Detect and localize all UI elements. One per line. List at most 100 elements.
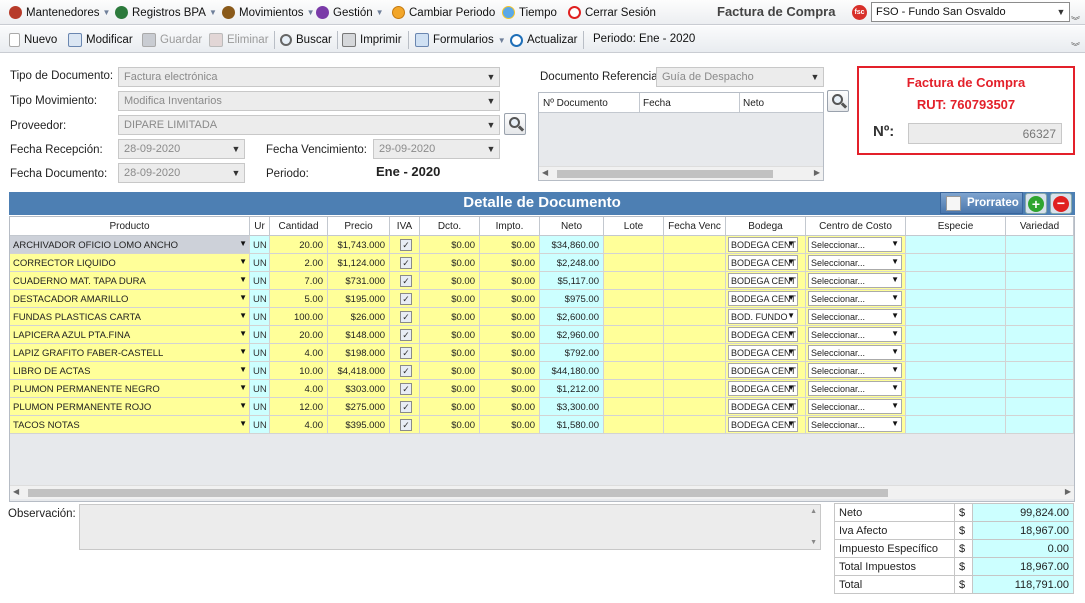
col-header[interactable]: Precio	[328, 217, 390, 236]
cell-lote[interactable]	[604, 398, 664, 416]
cell-producto[interactable]: PLUMON PERMANENTE ROJO ▼	[10, 398, 250, 416]
cell-variedad[interactable]	[1006, 290, 1074, 308]
scroll-down-icon[interactable]: ▼	[810, 539, 817, 546]
cell-cantidad[interactable]: 12.00	[270, 398, 328, 416]
cell-producto[interactable]: PLUMON PERMANENTE NEGRO ▼	[10, 380, 250, 398]
cell-precio[interactable]: $148.000	[328, 326, 390, 344]
bodega-select[interactable]: BODEGA CENT ▼	[728, 417, 798, 432]
cell-especie[interactable]	[906, 326, 1006, 344]
cell-impto-[interactable]: $0.00	[480, 308, 540, 326]
add-row-button[interactable]: +	[1025, 193, 1047, 214]
cell-ur[interactable]: UN	[250, 416, 270, 434]
chevron-down-icon[interactable]: ▼	[891, 347, 899, 356]
scroll-right-icon[interactable]: ▶	[814, 168, 820, 177]
cell-impto-[interactable]: $0.00	[480, 398, 540, 416]
cell-producto[interactable]: CUADERNO MAT. TAPA DURA ▼	[10, 272, 250, 290]
cell-lote[interactable]	[604, 326, 664, 344]
chevron-down-icon[interactable]: ▼	[787, 419, 795, 428]
detail-hscroll[interactable]: ◀ ▶	[10, 485, 1074, 499]
table-row[interactable]: LIBRO DE ACTAS ▼ UN 10.00 $4,418.000 ✓ $0.00 $0…	[10, 362, 1074, 380]
cell-centro-de-costo[interactable]: Seleccionar... ▼	[806, 290, 906, 308]
cell-bodega[interactable]: BODEGA CENT ▼	[726, 344, 806, 362]
scroll-left-icon[interactable]: ◀	[13, 487, 19, 496]
table-row[interactable]: CUADERNO MAT. TAPA DURA ▼ UN 7.00 $731.000 ✓ $…	[10, 272, 1074, 290]
cell-variedad[interactable]	[1006, 308, 1074, 326]
cell-centro-de-costo[interactable]: Seleccionar... ▼	[806, 236, 906, 254]
ref-col-neto[interactable]: Neto	[743, 98, 764, 109]
imprimir-button[interactable]: Imprimir	[342, 32, 402, 48]
cell-producto[interactable]: DESTACADOR AMARILLO ▼	[10, 290, 250, 308]
table-row[interactable]: ARCHIVADOR OFICIO LOMO ANCHO ▼ UN 20.00 $1,7…	[10, 236, 1074, 254]
iva-checkbox[interactable]: ✓	[400, 311, 412, 323]
ref-col-numero[interactable]: Nº Documento	[543, 98, 608, 109]
scroll-thumb[interactable]	[28, 489, 888, 497]
cell-variedad[interactable]	[1006, 344, 1074, 362]
chevron-down-icon[interactable]: ▼	[787, 329, 795, 338]
cell-lote[interactable]	[604, 344, 664, 362]
cell-cantidad[interactable]: 5.00	[270, 290, 328, 308]
cell-precio[interactable]: $303.000	[328, 380, 390, 398]
menu-cerrar-sesion[interactable]: Cerrar Sesión	[568, 4, 656, 21]
centro-costo-select[interactable]: Seleccionar... ▼	[808, 399, 902, 414]
cell-dcto-[interactable]: $0.00	[420, 236, 480, 254]
cell-producto[interactable]: TACOS NOTAS ▼	[10, 416, 250, 434]
chevron-down-icon[interactable]: ▼	[891, 239, 899, 248]
chevron-down-icon[interactable]: ▼	[239, 275, 247, 284]
cell-fecha-venc[interactable]	[664, 236, 726, 254]
bodega-select[interactable]: BODEGA CENT ▼	[728, 291, 798, 306]
cell-iva[interactable]: ✓	[390, 398, 420, 416]
chevron-down-icon[interactable]: ▼	[239, 293, 247, 302]
cell-especie[interactable]	[906, 344, 1006, 362]
cell-centro-de-costo[interactable]: Seleccionar... ▼	[806, 416, 906, 434]
chevron-down-icon[interactable]: ▼	[230, 166, 242, 180]
centro-costo-select[interactable]: Seleccionar... ▼	[808, 363, 902, 378]
cell-cantidad[interactable]: 4.00	[270, 380, 328, 398]
iva-checkbox[interactable]: ✓	[400, 365, 412, 377]
cell-dcto-[interactable]: $0.00	[420, 308, 480, 326]
cell-dcto-[interactable]: $0.00	[420, 344, 480, 362]
cell-precio[interactable]: $1,743.000	[328, 236, 390, 254]
cell-precio[interactable]: $195.000	[328, 290, 390, 308]
cell-cantidad[interactable]: 4.00	[270, 344, 328, 362]
cell-bodega[interactable]: BODEGA CENT ▼	[726, 398, 806, 416]
cell-iva[interactable]: ✓	[390, 416, 420, 434]
chevron-down-icon[interactable]: ▼	[787, 293, 795, 302]
iva-checkbox[interactable]: ✓	[400, 293, 412, 305]
cell-precio[interactable]: $4,418.000	[328, 362, 390, 380]
cell-neto[interactable]: $975.00	[540, 290, 604, 308]
cell-precio[interactable]: $26.000	[328, 308, 390, 326]
tipo-documento-select[interactable]: Factura electrónica ▼	[118, 67, 500, 87]
cell-iva[interactable]: ✓	[390, 362, 420, 380]
col-header[interactable]: Fecha Venc	[664, 217, 726, 236]
chevron-down-icon[interactable]: ▼	[239, 401, 247, 410]
chevron-down-icon[interactable]: ▼	[891, 401, 899, 410]
scroll-left-icon[interactable]: ◀	[542, 168, 548, 177]
col-header[interactable]: Variedad	[1006, 217, 1074, 236]
cell-neto[interactable]: $2,600.00	[540, 308, 604, 326]
chevron-down-icon[interactable]: ▼	[809, 70, 821, 84]
centro-costo-select[interactable]: Seleccionar... ▼	[808, 255, 902, 270]
col-header[interactable]: Neto	[540, 217, 604, 236]
cell-especie[interactable]	[906, 380, 1006, 398]
doc-ref-hscroll[interactable]: ◀ ▶	[539, 166, 823, 180]
chevron-down-icon[interactable]: ▼	[485, 118, 497, 132]
cell-precio[interactable]: $395.000	[328, 416, 390, 434]
menu-cambiar-periodo[interactable]: Cambiar Periodo	[392, 4, 495, 21]
cell-fecha-venc[interactable]	[664, 326, 726, 344]
chevron-down-icon[interactable]: ▼	[891, 257, 899, 266]
col-header[interactable]: Cantidad	[270, 217, 328, 236]
table-row[interactable]: LAPIZ GRAFITO FABER-CASTELL ▼ UN 4.00 $198.0…	[10, 344, 1074, 362]
numero-field[interactable]: 66327	[908, 123, 1062, 144]
collapse-icon[interactable]: ︾	[1071, 40, 1080, 53]
bodega-select[interactable]: BODEGA CENT ▼	[728, 363, 798, 378]
chevron-down-icon[interactable]: ▼	[485, 142, 497, 156]
cell-iva[interactable]: ✓	[390, 254, 420, 272]
cell-neto[interactable]: $1,580.00	[540, 416, 604, 434]
table-row[interactable]: PLUMON PERMANENTE NEGRO ▼ UN 4.00 $303.000 ✓ $…	[10, 380, 1074, 398]
chevron-down-icon[interactable]: ▼	[1055, 5, 1067, 19]
cell-dcto-[interactable]: $0.00	[420, 272, 480, 290]
iva-checkbox[interactable]: ✓	[400, 275, 412, 287]
formularios-button[interactable]: Formularios ▼	[415, 32, 506, 48]
cell-impto-[interactable]: $0.00	[480, 416, 540, 434]
fecha-recepcion-picker[interactable]: 28-09-2020 ▼	[118, 139, 245, 159]
